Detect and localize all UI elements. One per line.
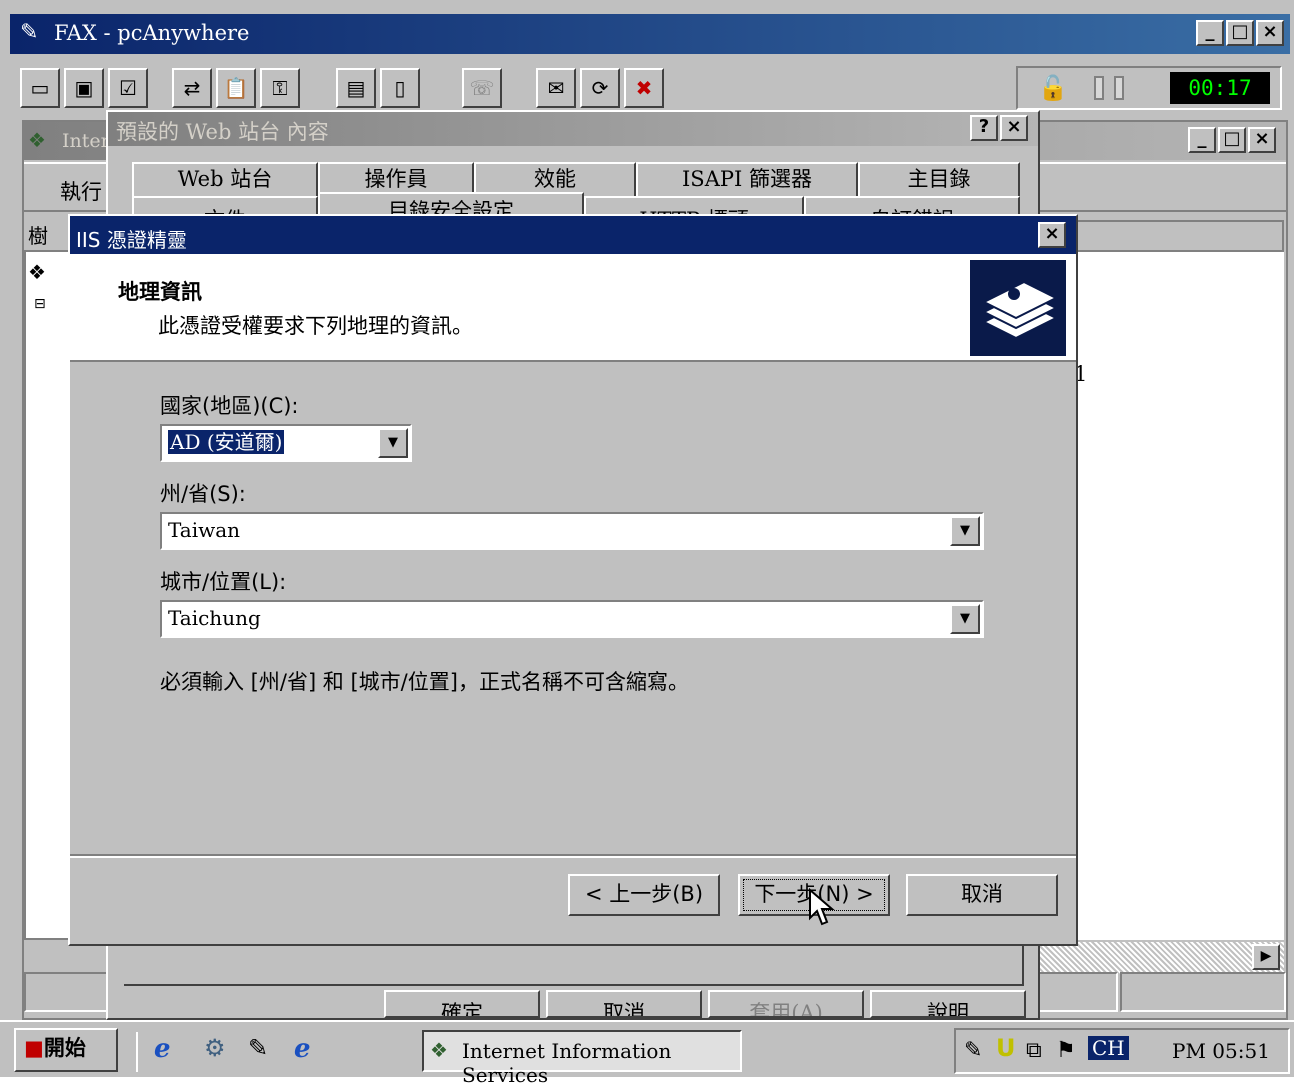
state-label: 州/省(S): xyxy=(160,482,246,506)
transfer-icon[interactable]: ⇄ xyxy=(172,68,212,108)
tab-isapi-filters[interactable]: ISAPI 篩選器 xyxy=(636,162,858,196)
pcanywhere-titlebar: ✎ FAX - pcAnywhere _ □ × xyxy=(10,14,1290,54)
screen-icon[interactable]: ▤ xyxy=(336,68,376,108)
ok-button[interactable]: 確定 xyxy=(384,990,540,1018)
country-select[interactable]: AD (安道爾) ▼ xyxy=(160,424,412,462)
lock-icon: 🔓 xyxy=(1038,74,1068,102)
tab-home-directory[interactable]: 主目錄 xyxy=(858,162,1020,196)
pencil-icon: ✎ xyxy=(20,20,39,45)
tab-operators[interactable]: 操作員 xyxy=(318,162,474,196)
window-dotted-icon[interactable]: ▣ xyxy=(64,68,104,108)
taskbar: ■開始 ℯ ⚙ ✎ ℯ ❖ Internet Information Servi… xyxy=(0,1020,1294,1087)
country-value: AD (安道爾) xyxy=(168,430,285,454)
tree-tab-label: 樹 xyxy=(28,224,48,248)
chevron-down-icon[interactable]: ▼ xyxy=(950,604,980,634)
status-cell xyxy=(1038,972,1118,1012)
chevron-down-icon[interactable]: ▼ xyxy=(378,428,408,458)
start-label: 開始 xyxy=(43,1036,86,1060)
refresh-icon[interactable]: ⟳ xyxy=(580,68,620,108)
page-icon[interactable]: ▯ xyxy=(380,68,420,108)
wizard-title: IIS 憑證精靈 xyxy=(76,228,187,252)
mmc-title: Inter xyxy=(62,130,110,152)
help-button[interactable]: ? xyxy=(970,115,998,141)
pen-tray-icon[interactable]: ✎ xyxy=(964,1038,982,1063)
header-title: 地理資訊 xyxy=(118,280,202,304)
system-tray: ✎ U ⧉ ⚑ CH PM 05:51 xyxy=(954,1028,1290,1074)
city-label: 城市/位置(L): xyxy=(160,570,287,594)
iis-icon: ❖ xyxy=(430,1038,448,1062)
start-button[interactable]: ■開始 xyxy=(14,1028,118,1072)
toolbar: ▭ ▣ ☑ ⇄ 📋 ⚿ ▤ ▯ ☏ ✉ ⟳ ✖ 🔓 00:17 xyxy=(10,62,1290,114)
apply-button[interactable]: 套用(A) xyxy=(708,990,864,1018)
wizard-header: 地理資訊 此憑證受權要求下列地理的資訊。 xyxy=(70,254,1076,362)
chevron-down-icon[interactable]: ▼ xyxy=(950,516,980,546)
app-tray-icon[interactable]: ⚑ xyxy=(1056,1038,1076,1063)
wizard-titlebar: IIS 憑證精靈 × xyxy=(70,216,1076,254)
network-tray-icon[interactable]: ⧉ xyxy=(1026,1038,1042,1063)
back-button[interactable]: < 上一步(B) xyxy=(568,874,720,916)
city-combo[interactable]: Taichung ▼ xyxy=(160,600,984,638)
tab-web-site[interactable]: Web 站台 xyxy=(132,162,318,196)
network-icon[interactable]: ⚙ xyxy=(204,1034,226,1062)
indicator-icon xyxy=(1114,76,1124,100)
mmc-close-button[interactable]: × xyxy=(1248,127,1276,153)
window-title: FAX - pcAnywhere xyxy=(54,21,250,45)
country-label: 國家(地區)(C): xyxy=(160,394,299,418)
city-value: Taichung xyxy=(168,606,261,630)
task-button[interactable]: ❖ Internet Information Services xyxy=(422,1030,742,1087)
close-button[interactable]: × xyxy=(1256,20,1284,46)
scroll-right-icon[interactable]: ▶ xyxy=(1252,944,1280,970)
iis-certificate-wizard: IIS 憑證精靈 × 地理資訊 此憑證受權要求下列地理的資訊。 國家(地區)(C… xyxy=(68,214,1078,946)
mouse-cursor-icon xyxy=(809,888,835,926)
iis-icon: ❖ xyxy=(28,128,46,152)
properties-title: 預設的 Web 站台 內容 xyxy=(116,120,329,144)
chat-icon[interactable]: ✉ xyxy=(536,68,576,108)
properties-titlebar: 預設的 Web 站台 內容 ? × xyxy=(108,112,1038,146)
internet-explorer-icon[interactable]: ℯ xyxy=(294,1034,311,1064)
state-combo[interactable]: Taiwan ▼ xyxy=(160,512,984,550)
wizard-divider xyxy=(70,854,1076,858)
tab-performance[interactable]: 效能 xyxy=(474,162,636,196)
note-text: 必須輸入 [州/省] 和 [城市/位置]，正式名稱不可含縮寫。 xyxy=(160,670,689,694)
edit-icon[interactable]: ✎ xyxy=(248,1034,268,1062)
clock: PM 05:51 xyxy=(1172,1039,1270,1063)
windows-flag-icon: ■ xyxy=(24,1036,44,1060)
session-timer: 00:17 xyxy=(1170,72,1270,104)
minimize-button[interactable]: _ xyxy=(1196,20,1224,46)
server-icon: ❖ xyxy=(28,260,46,284)
certificate-icon xyxy=(970,260,1066,356)
properties-icon[interactable]: ☑ xyxy=(108,68,148,108)
window-icon[interactable]: ▭ xyxy=(20,68,60,108)
status-cell xyxy=(24,972,110,1012)
status-panel: 🔓 00:17 xyxy=(1016,66,1282,110)
phone-icon[interactable]: ☏ xyxy=(462,68,502,108)
internet-explorer-icon[interactable]: ℯ xyxy=(154,1034,171,1064)
u-tray-icon[interactable]: U xyxy=(996,1034,1016,1062)
action-menu[interactable]: 執行 xyxy=(60,176,102,206)
task-label: Internet Information Services xyxy=(462,1039,672,1087)
cancel-button[interactable]: 取消 xyxy=(906,874,1058,916)
header-subtitle: 此憑證受權要求下列地理的資訊。 xyxy=(158,314,473,338)
clipboard-icon[interactable]: 📋 xyxy=(216,68,256,108)
quick-launch: ℯ ⚙ ✎ ℯ xyxy=(136,1032,396,1072)
status-cell xyxy=(1120,972,1286,1012)
props-cancel-button[interactable]: 取消 xyxy=(546,990,702,1018)
state-value: Taiwan xyxy=(168,518,241,542)
maximize-button[interactable]: □ xyxy=(1226,20,1254,46)
disconnect-icon[interactable]: ✖ xyxy=(624,68,664,108)
tree-expander-icon[interactable]: ⊟ xyxy=(34,296,46,312)
key-icon[interactable]: ⚿ xyxy=(260,68,300,108)
horizontal-scrollbar[interactable]: ▶ xyxy=(1038,942,1284,974)
mmc-maximize-button[interactable]: □ xyxy=(1218,127,1246,153)
properties-close-button[interactable]: × xyxy=(1000,115,1028,141)
language-indicator[interactable]: CH xyxy=(1088,1036,1129,1060)
props-help-button[interactable]: 說明 xyxy=(870,990,1026,1018)
mmc-minimize-button[interactable]: _ xyxy=(1188,127,1216,153)
indicator-icon xyxy=(1094,76,1104,100)
wizard-close-button[interactable]: × xyxy=(1038,222,1066,248)
